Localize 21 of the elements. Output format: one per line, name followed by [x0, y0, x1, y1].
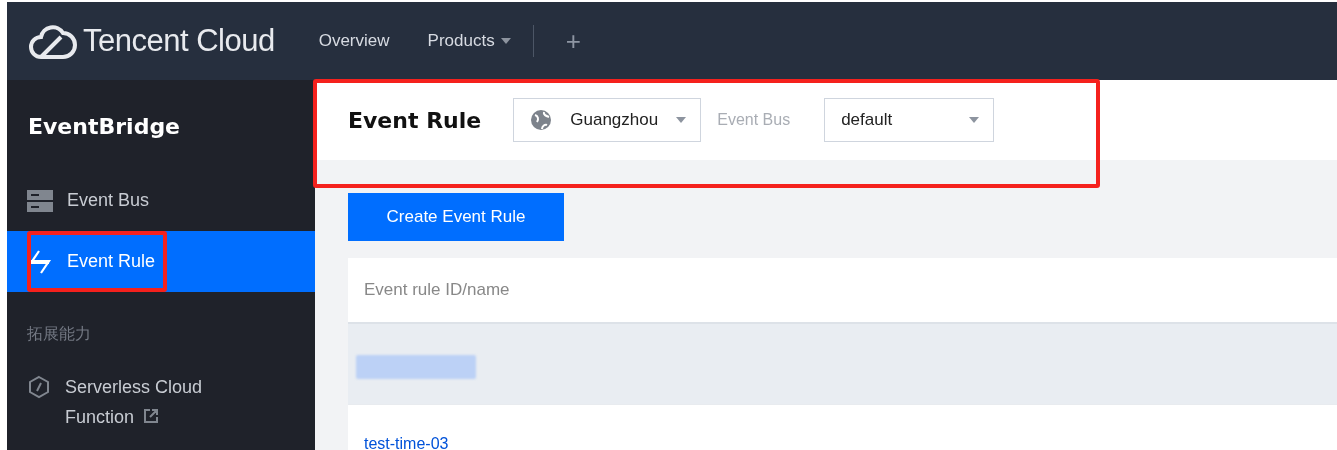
sidebar-item[interactable]: Event Bus	[7, 170, 315, 231]
globe-icon	[530, 109, 553, 131]
caret-icon	[676, 117, 687, 123]
rule-link[interactable]: test-time-03	[356, 405, 449, 450]
field-label: Event Bus	[717, 111, 791, 129]
nav-dropdown[interactable]: Products	[427, 31, 511, 51]
caret-icon	[969, 117, 980, 123]
event-bus-select[interactable]: default	[824, 98, 995, 142]
server-icon	[27, 189, 53, 212]
add-button[interactable]: +	[565, 25, 581, 57]
sidebar-item[interactable]: Event Rule	[7, 231, 315, 292]
create-rule-button[interactable]: Create Event Rule	[348, 193, 564, 241]
page-title: Event Rule	[348, 107, 482, 133]
hexagon-icon	[27, 375, 51, 399]
sidebar-title: EventBridge	[27, 113, 182, 141]
caret-icon	[500, 38, 511, 44]
sidebar-link[interactable]: Serverless Cloud Function	[7, 360, 315, 432]
nav-link[interactable]: Overview	[318, 31, 390, 51]
section-label: 拓展能力	[26, 323, 92, 345]
logo-text[interactable]: Tencent Cloud	[83, 23, 275, 59]
region-select[interactable]: Guangzhou	[513, 98, 702, 142]
